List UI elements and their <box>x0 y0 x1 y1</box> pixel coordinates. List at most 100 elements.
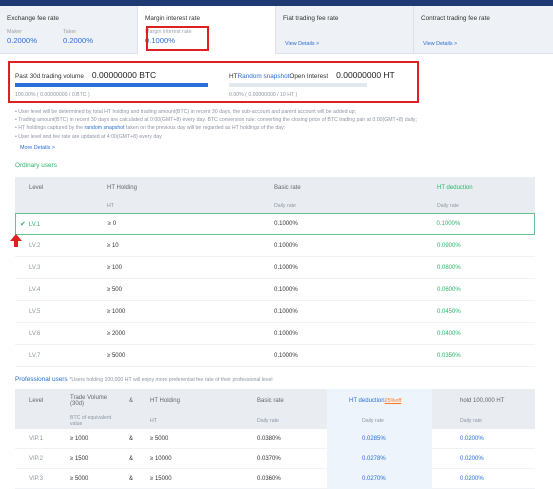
ht-deduction-cell: 0.0900% <box>437 242 461 249</box>
professional-users-title: Professional users *Users holding 100,00… <box>15 376 273 383</box>
ht-holding-section: HT Random snapshot Open Interest 0.00000… <box>229 70 395 80</box>
volume-progress-bar <box>15 83 208 87</box>
subheader-daily-rate: Daily rate <box>327 413 432 429</box>
header-level: Level <box>29 185 44 191</box>
ht-prefix: HT <box>229 73 238 80</box>
basic-rate-cell: 0.1000% <box>274 221 298 227</box>
tab-title: Fiat trading fee rate <box>283 15 339 22</box>
more-details-link[interactable]: More Details > <box>20 145 55 151</box>
table-row: LV.7 ≥ 5000 0.1000% 0.0350% <box>15 345 535 367</box>
note-item: • User level will be determined by total… <box>15 109 357 115</box>
note-item: • User level and fee rate are updated at… <box>15 133 162 140</box>
margin-rate-highlight-box <box>146 26 209 51</box>
ht-deduction-cell: 0.0270% <box>327 468 432 489</box>
level-cell: LV.7 <box>29 352 41 359</box>
hold-ht-cell: 0.0200% <box>460 435 484 442</box>
table-row: VIP.2 ≥ 1500 & ≥ 10000 0.0370% 0.0278% 0.0200% <box>15 448 535 469</box>
ht-holding-cell: ≥ 10000 <box>150 455 172 462</box>
table-row: VIP.1 ≥ 1000 & ≥ 5000 0.0380% 0.0285% 0.0200% <box>15 428 535 449</box>
header-ht-deduction: HT deduction 25%off <box>327 389 432 413</box>
professional-users-note: *Users holding 100,000 HT will enjoy mor… <box>69 377 273 383</box>
volume-progress-text: 100.00% ( 0.00000000 / 0.BTC ) <box>15 92 90 98</box>
ht-holding-cell: ≥ 2000 <box>107 330 126 337</box>
tab-title: Contract trading fee rate <box>421 15 490 22</box>
table-row: LV.5 ≥ 1000 0.1000% 0.0450% <box>15 301 535 323</box>
ht-holding-cell: ≥ 5000 <box>150 435 169 442</box>
ht-value: 0.00000000 HT <box>336 70 395 80</box>
table-header: Level Trade Volume (30d) & HT Holding Ba… <box>15 389 535 429</box>
taker-value: 0.2000% <box>62 36 93 45</box>
check-icon: ✔ <box>20 221 26 228</box>
header-ht-holding: HT Holding <box>107 185 137 191</box>
maker-label: Maker <box>7 29 22 35</box>
ordinary-users-table: Level HT Holding Basic rate HT deduction… <box>15 177 535 367</box>
level-cell: VIP.1 <box>29 435 43 442</box>
tab-exchange-fee[interactable]: Exchange fee rate Maker 0.2000% Taker 0.… <box>0 6 138 54</box>
table-row: LV.4 ≥ 500 0.1000% 0.0600% <box>15 279 535 301</box>
open-interest-label: Open Interest <box>289 73 329 80</box>
table-row: LV.6 ≥ 2000 0.1000% 0.0400% <box>15 323 535 345</box>
level-cell: ✔ LV.1 <box>20 221 41 228</box>
header-level: Level <box>29 398 44 404</box>
level-cell: VIP.3 <box>29 475 43 482</box>
and-cell: & <box>128 475 133 482</box>
basic-rate-cell: 0.1000% <box>274 286 298 293</box>
discount-badge: 25%off <box>384 398 402 404</box>
table-row: LV.2 ≥ 10 0.1000% 0.0900% <box>15 235 535 257</box>
ordinary-users-title: Ordinary users <box>15 162 57 169</box>
fee-tabs: Exchange fee rate Maker 0.2000% Taker 0.… <box>0 6 553 54</box>
table-row: VIP.3 ≥ 5000 & ≥ 15000 0.0360% 0.0270% 0.0200% <box>15 468 535 489</box>
ht-deduction-cell: 0.0400% <box>437 330 461 337</box>
hold-ht-cell: 0.0200% <box>460 455 484 462</box>
trade-volume-cell: ≥ 1500 <box>70 455 89 462</box>
ht-deduction-cell: 0.0800% <box>437 264 461 271</box>
basic-rate-cell: 0.1000% <box>274 352 298 359</box>
header-basic-rate: Basic rate <box>274 185 301 191</box>
red-arrow-shaft <box>14 240 18 247</box>
subheader-daily-rate: Daily rate <box>460 418 482 424</box>
header-ht-holding: HT Holding <box>150 398 180 404</box>
volume-progress-fill <box>15 83 208 87</box>
level-cell: LV.4 <box>29 286 41 293</box>
level-cell: LV.3 <box>29 264 41 271</box>
ht-progress-text: 0.00% ( 0.00000000 / 10 HT ) <box>229 92 298 98</box>
ht-holding-cell: ≥ 5000 <box>107 352 126 359</box>
table-row: LV.3 ≥ 100 0.1000% 0.0800% <box>15 257 535 279</box>
professional-users-table: Level Trade Volume (30d) & HT Holding Ba… <box>15 389 535 489</box>
ht-deduction-cell: 0.0450% <box>437 308 461 315</box>
trade-volume-cell: ≥ 5000 <box>70 475 89 482</box>
ht-holding-cell: ≥ 1000 <box>107 308 126 315</box>
view-details-link[interactable]: View Details > <box>423 41 457 47</box>
basic-rate-cell: 0.0370% <box>257 455 281 462</box>
tab-title: Margin interest rate <box>145 15 201 22</box>
tab-contract-trading-fee[interactable]: Contract trading fee rate View Details > <box>414 6 553 54</box>
trade-volume-cell: ≥ 1000 <box>70 435 89 442</box>
note-item: • HT holdings captured by the random sna… <box>15 125 286 132</box>
subheader-daily-rate: Daily rate <box>257 418 279 424</box>
rules-notes: • User level will be determined by total… <box>15 108 535 141</box>
and-cell: & <box>128 435 133 442</box>
volume-label: Past 30d trading volume <box>15 73 84 80</box>
ht-holding-cell: ≥ 0 <box>107 221 117 227</box>
ht-deduction-cell: 0.0285% <box>327 428 432 449</box>
and-cell: & <box>128 455 133 462</box>
ht-deduction-cell: 0.0600% <box>437 286 461 293</box>
table-header: Level HT Holding Basic rate HT deduction… <box>15 177 535 213</box>
subheader-btc-equivalent: BTC of equivalent value <box>70 415 112 427</box>
view-details-link[interactable]: View Details > <box>285 41 319 47</box>
tab-title: Exchange fee rate <box>7 15 59 22</box>
level-cell: LV.6 <box>29 330 41 337</box>
random-snapshot-link[interactable]: Random snapshot <box>238 73 290 80</box>
volume-value: 0.00000000 BTC <box>91 70 157 80</box>
ht-holding-cell: ≥ 100 <box>107 264 122 271</box>
header-trade-volume: Trade Volume (30d) <box>70 395 108 407</box>
tab-fiat-trading-fee[interactable]: Fiat trading fee rate View Details > <box>276 6 414 54</box>
random-snapshot-link[interactable]: random snapshot <box>85 125 125 131</box>
header-hold-ht: hold 100,000 HT <box>460 398 505 404</box>
maker-value: 0.2000% <box>7 36 37 45</box>
table-row-current-level: ✔ LV.1 ≥ 0 0.1000% 0.1000% <box>15 213 535 235</box>
taker-label: Taker <box>62 29 77 35</box>
ht-deduction-cell: 0.0278% <box>327 448 432 469</box>
level-cell: LV.2 <box>29 242 41 249</box>
hold-ht-cell: 0.0200% <box>460 475 484 482</box>
